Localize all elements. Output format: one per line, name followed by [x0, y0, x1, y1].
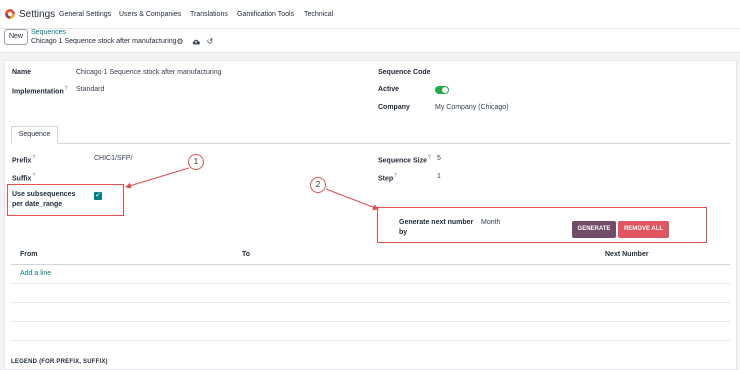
table-row-divider	[11, 340, 730, 341]
table-header-divider	[11, 264, 730, 265]
column-header-next-number[interactable]: Next Number	[605, 251, 649, 258]
table-row-divider	[11, 302, 730, 303]
annotation-badge-1: 1	[188, 154, 204, 170]
table-row-divider	[11, 283, 730, 284]
add-line-link[interactable]: Add a line	[20, 270, 51, 277]
annotation-badge-2: 2	[310, 177, 326, 193]
annotation-arrows	[125, 167, 379, 211]
table-row-divider	[11, 321, 730, 322]
legend-title: LEGEND (FOR PREFIX, SUFFIX)	[11, 359, 108, 365]
column-header-to[interactable]: To	[242, 251, 250, 258]
column-header-from[interactable]: From	[20, 251, 38, 258]
